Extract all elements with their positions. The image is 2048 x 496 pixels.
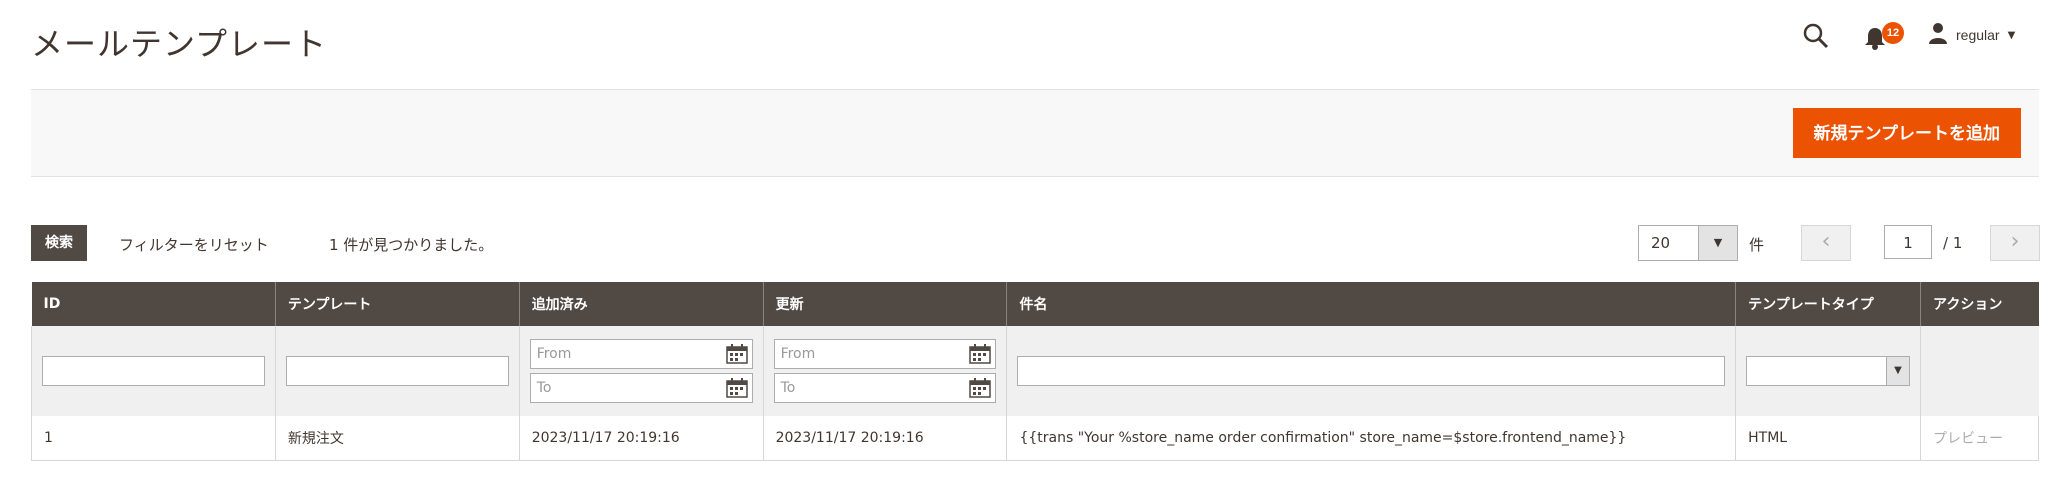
filter-cell-updated: From To [762,326,1007,416]
column-header-template[interactable]: テンプレート [274,282,520,326]
grid-toolbar: 検索 フィルターをリセット 1 件が見つかりました。 20 ▼ 件 ‹ 1 / … [31,225,2040,261]
previous-page-button[interactable]: ‹ [1801,225,1851,261]
email-template-grid: ID テンプレート 追加済み 更新 件名 テンプレートタイプ アクション Fro… [31,282,2039,461]
filter-cell-action [1920,326,2039,416]
updated-from-placeholder: From [780,346,816,362]
user-icon [1928,22,1948,48]
user-menu[interactable]: regular ▼ [1928,22,2015,48]
page-actions-bar: 新規テンプレートを追加 [31,89,2039,177]
next-page-button[interactable]: › [1990,225,2040,261]
per-page-select[interactable]: 20 ▼ [1638,225,1738,261]
chevron-down-icon: ▼ [2007,29,2016,41]
updated-to-placeholder: To [780,380,796,396]
cell-template: 新規注文 [274,416,520,461]
preview-link[interactable]: プレビュー [1933,431,2003,447]
added-from-placeholder: From [536,346,572,362]
per-page-label: 件 [1749,236,1765,254]
notifications-button[interactable]: 12 [1864,22,1904,52]
filter-cell-id [31,326,276,416]
per-page-value: 20 [1651,234,1671,252]
column-header-id[interactable]: ID [31,282,276,326]
updated-to-input[interactable]: To [773,373,997,403]
template-type-filter-select[interactable]: ▼ [1746,356,1911,386]
added-from-input[interactable]: From [529,339,753,369]
grid-header-row: ID テンプレート 追加済み 更新 件名 テンプレートタイプ アクション [31,282,2039,326]
total-pages-text: / 1 [1943,234,1963,252]
column-header-added[interactable]: 追加済み [518,282,764,326]
cell-template-type: HTML [1735,416,1922,461]
cell-added: 2023/11/17 20:19:16 [518,416,764,461]
added-to-placeholder: To [536,380,552,396]
column-header-subject[interactable]: 件名 [1006,282,1736,326]
added-to-input[interactable]: To [529,373,753,403]
id-filter-input[interactable] [42,356,265,386]
reset-filter-link[interactable]: フィルターをリセット [119,234,269,255]
calendar-icon[interactable] [969,378,992,398]
calendar-icon[interactable] [725,344,748,364]
calendar-icon[interactable] [725,378,748,398]
current-page-input[interactable]: 1 [1884,225,1932,259]
subject-filter-input[interactable] [1017,356,1726,386]
calendar-icon[interactable] [969,344,992,364]
cell-action: プレビュー [1920,416,2039,461]
column-header-action: アクション [1920,282,2039,326]
filter-cell-template-type: ▼ [1735,326,1921,416]
updated-from-input[interactable]: From [773,339,997,369]
table-row[interactable]: 1 新規注文 2023/11/17 20:19:16 2023/11/17 20… [31,416,2039,461]
records-found-text: 1 件が見つかりました。 [329,236,494,254]
filter-row: From To From To ▼ [31,326,2039,416]
user-name: regular [1956,27,2000,43]
chevron-down-icon: ▼ [1886,357,1910,385]
notification-count-badge: 12 [1882,22,1904,44]
search-button[interactable]: 検索 [31,225,87,261]
column-header-updated[interactable]: 更新 [762,282,1007,326]
cell-updated: 2023/11/17 20:19:16 [762,416,1008,461]
template-filter-input[interactable] [285,356,509,386]
cell-id: 1 [31,416,276,461]
chevron-down-icon: ▼ [1698,226,1737,260]
search-icon[interactable] [1802,22,1830,50]
filter-cell-added: From To [518,326,764,416]
column-header-template-type[interactable]: テンプレートタイプ [1735,282,1921,326]
add-template-button[interactable]: 新規テンプレートを追加 [1792,108,2021,158]
page-title: メールテンプレート [31,25,328,63]
filter-cell-template [274,326,520,416]
filter-cell-subject [1006,326,1736,416]
cell-subject: {{trans "Your %store_name order confirma… [1006,416,1737,461]
